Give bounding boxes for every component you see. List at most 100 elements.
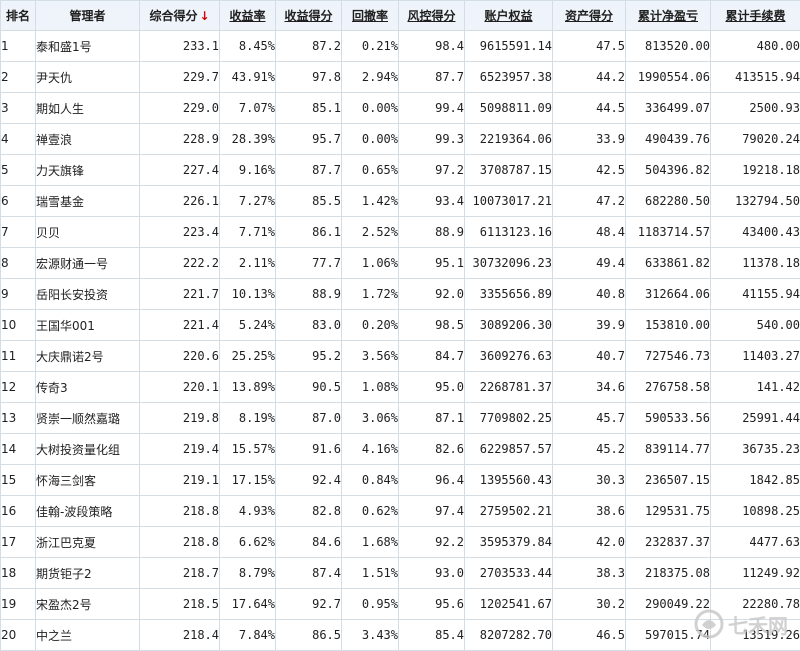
cell-manager: 怀海三剑客 xyxy=(36,465,140,496)
cell-risk-score: 96.4 xyxy=(399,465,465,496)
cell-asset-score: 34.6 xyxy=(553,372,626,403)
cell-equity: 2759502.21 xyxy=(465,496,553,527)
cell-net-profit: 232837.37 xyxy=(626,527,711,558)
col-header-asset-score[interactable]: 资产得分 xyxy=(553,1,626,31)
cell-risk-score: 99.3 xyxy=(399,124,465,155)
cell-equity: 6523957.38 xyxy=(465,62,553,93)
cell-rank: 2 xyxy=(1,62,36,93)
cell-fees: 480.00 xyxy=(711,31,800,62)
cell-score: 220.6 xyxy=(140,341,220,372)
cell-equity: 10073017.21 xyxy=(465,186,553,217)
cell-drawdown: 1.68% xyxy=(342,527,399,558)
cell-return-rate: 17.15% xyxy=(220,465,276,496)
cell-asset-score: 42.0 xyxy=(553,527,626,558)
cell-score: 220.1 xyxy=(140,372,220,403)
cell-rank: 17 xyxy=(1,527,36,558)
cell-equity: 8207282.70 xyxy=(465,620,553,651)
table-row: 2尹天仇229.743.91%97.82.94%87.76523957.3844… xyxy=(1,62,800,93)
cell-manager: 期如人生 xyxy=(36,93,140,124)
cell-equity: 2268781.37 xyxy=(465,372,553,403)
cell-return-rate: 7.07% xyxy=(220,93,276,124)
cell-return-score: 86.1 xyxy=(276,217,342,248)
cell-risk-score: 87.1 xyxy=(399,403,465,434)
cell-asset-score: 44.2 xyxy=(553,62,626,93)
cell-drawdown: 0.95% xyxy=(342,589,399,620)
cell-net-profit: 236507.15 xyxy=(626,465,711,496)
cell-fees: 132794.50 xyxy=(711,186,800,217)
cell-equity: 3708787.15 xyxy=(465,155,553,186)
cell-score: 233.1 xyxy=(140,31,220,62)
cell-return-score: 91.6 xyxy=(276,434,342,465)
cell-rank: 18 xyxy=(1,558,36,589)
cell-return-rate: 5.24% xyxy=(220,310,276,341)
cell-rank: 10 xyxy=(1,310,36,341)
cell-asset-score: 33.9 xyxy=(553,124,626,155)
cell-rank: 14 xyxy=(1,434,36,465)
cell-asset-score: 30.2 xyxy=(553,589,626,620)
cell-net-profit: 129531.75 xyxy=(626,496,711,527)
cell-score: 218.5 xyxy=(140,589,220,620)
cell-drawdown: 0.20% xyxy=(342,310,399,341)
cell-risk-score: 93.4 xyxy=(399,186,465,217)
cell-asset-score: 40.8 xyxy=(553,279,626,310)
cell-return-score: 88.9 xyxy=(276,279,342,310)
cell-drawdown: 1.42% xyxy=(342,186,399,217)
cell-manager: 尹天仇 xyxy=(36,62,140,93)
cell-return-rate: 9.16% xyxy=(220,155,276,186)
cell-net-profit: 839114.77 xyxy=(626,434,711,465)
cell-asset-score: 30.3 xyxy=(553,465,626,496)
cell-score: 223.4 xyxy=(140,217,220,248)
col-header-score[interactable]: 综合得分↓ xyxy=(140,1,220,31)
table-row: 7贝贝223.47.71%86.12.52%88.96113123.1648.4… xyxy=(1,217,800,248)
col-header-rank: 排名 xyxy=(1,1,36,31)
cell-manager: 禅壹浪 xyxy=(36,124,140,155)
cell-manager: 中之兰 xyxy=(36,620,140,651)
table-row: 13贤崇一顺然嘉璐219.88.19%87.03.06%87.17709802.… xyxy=(1,403,800,434)
cell-return-rate: 7.27% xyxy=(220,186,276,217)
col-header-fees[interactable]: 累计手续费 xyxy=(711,1,800,31)
cell-return-rate: 2.11% xyxy=(220,248,276,279)
cell-net-profit: 490439.76 xyxy=(626,124,711,155)
cell-rank: 3 xyxy=(1,93,36,124)
cell-risk-score: 88.9 xyxy=(399,217,465,248)
cell-rank: 8 xyxy=(1,248,36,279)
cell-manager: 力天旗锋 xyxy=(36,155,140,186)
cell-return-score: 95.7 xyxy=(276,124,342,155)
cell-risk-score: 82.6 xyxy=(399,434,465,465)
col-header-equity[interactable]: 账户权益 xyxy=(465,1,553,31)
cell-net-profit: 290049.22 xyxy=(626,589,711,620)
cell-drawdown: 3.06% xyxy=(342,403,399,434)
cell-fees: 11378.18 xyxy=(711,248,800,279)
cell-score: 218.7 xyxy=(140,558,220,589)
cell-rank: 15 xyxy=(1,465,36,496)
cell-fees: 1842.85 xyxy=(711,465,800,496)
table-row: 14大树投资量化组219.415.57%91.64.16%82.66229857… xyxy=(1,434,800,465)
cell-score: 219.4 xyxy=(140,434,220,465)
cell-fees: 19218.18 xyxy=(711,155,800,186)
col-header-return-rate[interactable]: 收益率 xyxy=(220,1,276,31)
cell-fees: 41155.94 xyxy=(711,279,800,310)
cell-fees: 22280.78 xyxy=(711,589,800,620)
col-header-risk-score[interactable]: 风控得分 xyxy=(399,1,465,31)
cell-return-score: 84.6 xyxy=(276,527,342,558)
cell-rank: 11 xyxy=(1,341,36,372)
cell-asset-score: 46.5 xyxy=(553,620,626,651)
table-row: 11大庆鼎诺2号220.625.25%95.23.56%84.73609276.… xyxy=(1,341,800,372)
cell-return-rate: 10.13% xyxy=(220,279,276,310)
cell-net-profit: 276758.58 xyxy=(626,372,711,403)
cell-return-score: 85.1 xyxy=(276,93,342,124)
cell-risk-score: 98.4 xyxy=(399,31,465,62)
table-row: 20中之兰218.47.84%86.53.43%85.48207282.7046… xyxy=(1,620,800,651)
cell-return-rate: 6.62% xyxy=(220,527,276,558)
cell-rank: 4 xyxy=(1,124,36,155)
col-header-return-score[interactable]: 收益得分 xyxy=(276,1,342,31)
col-header-drawdown[interactable]: 回撤率 xyxy=(342,1,399,31)
table-row: 1泰和盛1号233.18.45%87.20.21%98.49615591.144… xyxy=(1,31,800,62)
cell-score: 218.4 xyxy=(140,620,220,651)
cell-net-profit: 504396.82 xyxy=(626,155,711,186)
cell-return-rate: 28.39% xyxy=(220,124,276,155)
cell-manager: 期货钜子2 xyxy=(36,558,140,589)
cell-net-profit: 153810.00 xyxy=(626,310,711,341)
cell-drawdown: 0.00% xyxy=(342,124,399,155)
col-header-net-profit[interactable]: 累计净盈亏 xyxy=(626,1,711,31)
